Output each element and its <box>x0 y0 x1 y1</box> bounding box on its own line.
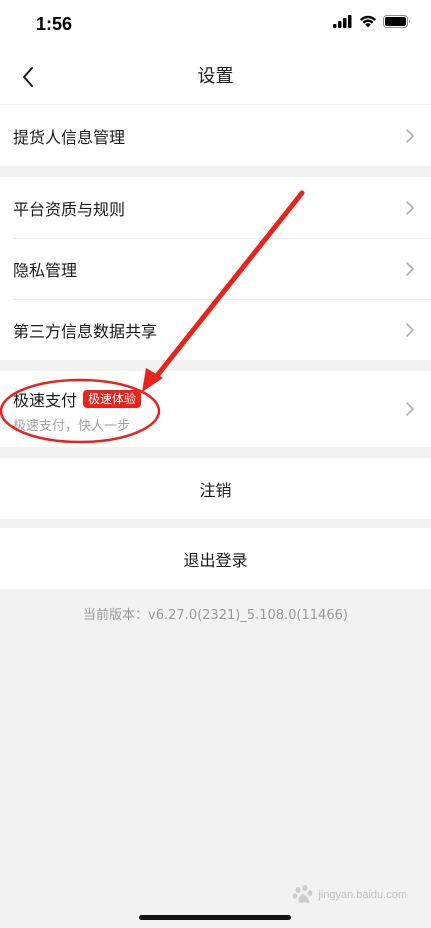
fast-pay-group: 极速支付 极速体验 极速支付，快人一步 <box>0 371 431 447</box>
fast-pay-badge: 极速体验 <box>83 390 142 408</box>
chevron-right-icon <box>406 322 414 337</box>
watermark-text: jingyan.baidu.com <box>318 889 407 901</box>
version-text: 当前版本：v6.27.0(2321)_5.108.0(11466) <box>83 608 348 623</box>
battery-icon <box>383 15 410 28</box>
logout-button[interactable]: 退出登录 <box>0 528 431 589</box>
chevron-right-icon <box>406 200 414 215</box>
info-group: 平台资质与规则 隐私管理 第三方信息数据共享 <box>0 177 431 360</box>
privacy-management-row[interactable]: 隐私管理 <box>0 238 431 299</box>
privacy-management-label: 隐私管理 <box>13 260 78 280</box>
fast-pay-subtitle: 极速支付，快人一步 <box>13 419 131 434</box>
logout-group: 退出登录 <box>0 528 431 589</box>
third-party-sharing-label: 第三方信息数据共享 <box>13 321 158 341</box>
page-title: 设置 <box>197 66 234 87</box>
pickup-group: 提货人信息管理 <box>0 105 431 166</box>
cancel-group: 注销 <box>0 458 431 519</box>
chevron-right-icon <box>406 402 414 416</box>
fast-pay-row[interactable]: 极速支付 极速体验 极速支付，快人一步 <box>0 371 431 447</box>
cancel-account-button[interactable]: 注销 <box>0 458 431 519</box>
fast-pay-title: 极速支付 <box>13 391 78 410</box>
status-icons <box>333 15 411 28</box>
platform-rules-row[interactable]: 平台资质与规则 <box>0 177 431 238</box>
home-indicator[interactable] <box>139 915 291 920</box>
pickup-info-row[interactable]: 提货人信息管理 <box>0 105 431 166</box>
platform-rules-label: 平台资质与规则 <box>13 199 126 219</box>
wifi-icon <box>360 15 376 28</box>
baidu-paw-icon <box>293 885 313 903</box>
third-party-sharing-row[interactable]: 第三方信息数据共享 <box>0 299 431 360</box>
pickup-info-label: 提货人信息管理 <box>13 127 126 147</box>
status-time: 1:56 <box>36 14 73 34</box>
baidu-watermark: jingyan.baidu.com <box>292 884 407 906</box>
fast-pay-title-line: 极速支付 极速体验 <box>13 387 142 411</box>
nav-bar: 设置 <box>0 50 431 104</box>
chevron-right-icon <box>406 128 414 143</box>
status-bar: 1:56 <box>0 0 431 50</box>
signal-icon <box>333 15 352 28</box>
chevron-right-icon <box>406 261 414 276</box>
